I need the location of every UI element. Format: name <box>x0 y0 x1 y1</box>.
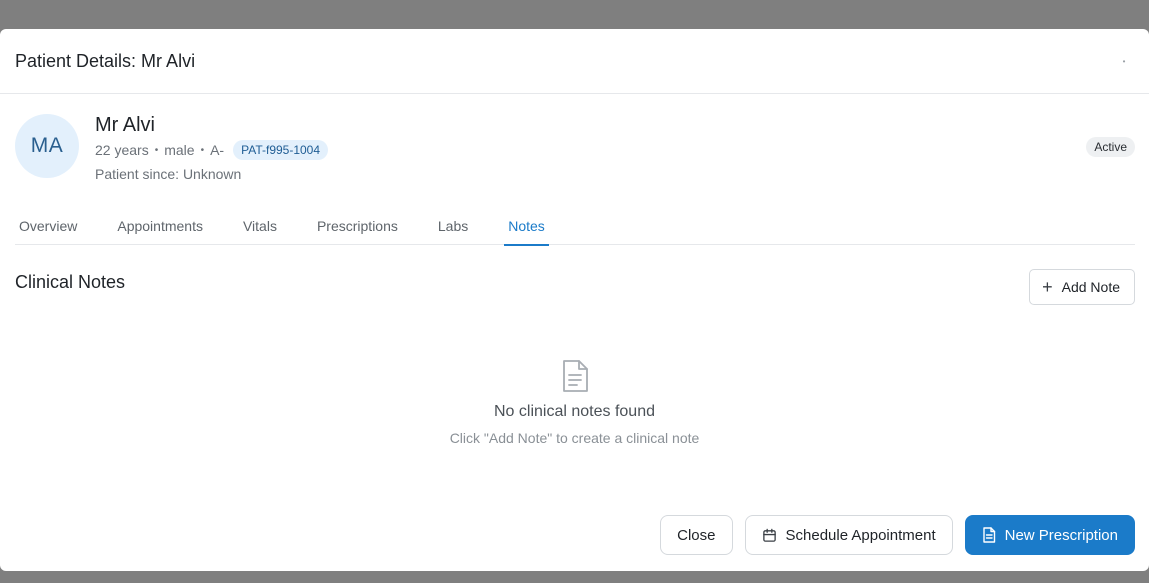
avatar: MA <box>15 114 79 178</box>
schedule-appointment-button[interactable]: Schedule Appointment <box>744 515 953 555</box>
schedule-label: Schedule Appointment <box>785 526 936 544</box>
add-note-label: Add Note <box>1061 279 1120 295</box>
tab-prescriptions[interactable]: Prescriptions <box>313 206 402 245</box>
patient-since: Patient since: Unknown <box>95 166 242 182</box>
tab-notes[interactable]: Notes <box>504 206 549 246</box>
tab-appointments[interactable]: Appointments <box>113 206 207 245</box>
patient-name: Mr Alvi <box>95 114 155 136</box>
modal-footer: Close Schedule Appointment New Prescript… <box>660 515 1135 555</box>
patient-id-badge: PAT-f995-1004 <box>233 140 329 160</box>
separator-dot: • <box>200 144 205 156</box>
new-prescription-label: New Prescription <box>1004 526 1118 544</box>
modal-close-icon[interactable]: • <box>1114 51 1134 71</box>
document-icon <box>982 527 995 543</box>
section-title: Clinical Notes <box>15 272 126 292</box>
close-label: Close <box>677 526 716 544</box>
calendar-icon <box>762 528 776 542</box>
patient-meta: 22 years • male • A- PAT-f995-1004 <box>95 140 329 160</box>
tab-bar: Overview Appointments Vitals Prescriptio… <box>15 206 1135 246</box>
empty-state: No clinical notes found Click "Add Note"… <box>0 359 1149 446</box>
tab-labs[interactable]: Labs <box>434 206 472 245</box>
patient-details-modal: Patient Details: Mr Alvi • MA Mr Alvi 22… <box>0 29 1149 571</box>
patient-info: Mr Alvi 22 years • male • A- PAT-f995-10… <box>95 114 329 182</box>
new-prescription-button[interactable]: New Prescription <box>964 515 1135 555</box>
empty-subtitle: Click "Add Note" to create a clinical no… <box>449 430 700 446</box>
empty-title: No clinical notes found <box>494 403 655 420</box>
status-badge: Active <box>1086 137 1135 157</box>
add-note-button[interactable]: + Add Note <box>1029 269 1135 305</box>
patient-age: 22 years <box>95 142 149 158</box>
separator-dot: • <box>154 144 159 156</box>
patient-blood-type: A- <box>210 142 225 158</box>
plus-icon: + <box>1042 277 1053 297</box>
close-button[interactable]: Close <box>660 515 733 555</box>
modal-title: Patient Details: Mr Alvi <box>15 50 196 71</box>
patient-header: MA Mr Alvi 22 years • male • A- PAT-f995… <box>15 114 1135 182</box>
tab-overview[interactable]: Overview <box>15 206 81 245</box>
tab-vitals[interactable]: Vitals <box>239 206 281 245</box>
document-icon <box>562 360 588 392</box>
patient-gender: male <box>164 142 195 158</box>
modal-header: Patient Details: Mr Alvi • <box>0 29 1149 94</box>
